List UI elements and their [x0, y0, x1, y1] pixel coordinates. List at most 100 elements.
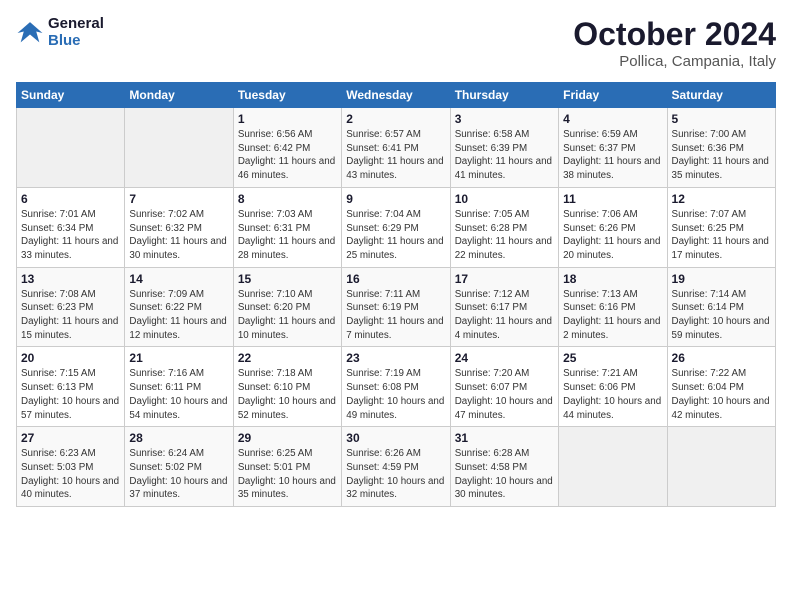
- day-details: Sunrise: 7:03 AM Sunset: 6:31 PM Dayligh…: [238, 208, 337, 263]
- day-cell: 1 Sunrise: 6:56 AM Sunset: 6:42 PM Daylig…: [233, 108, 341, 188]
- day-number: 8: [238, 192, 337, 206]
- day-number: 2: [346, 112, 445, 126]
- day-number: 30: [346, 431, 445, 445]
- day-details: Sunrise: 6:25 AM Sunset: 5:01 PM Dayligh…: [238, 447, 337, 502]
- day-number: 26: [672, 351, 771, 365]
- day-cell: 23 Sunrise: 7:19 AM Sunset: 6:08 PM Dayli…: [342, 347, 450, 427]
- day-details: Sunrise: 7:13 AM Sunset: 6:16 PM Dayligh…: [563, 288, 662, 343]
- day-details: Sunrise: 7:15 AM Sunset: 6:13 PM Dayligh…: [21, 367, 120, 422]
- day-number: 3: [455, 112, 554, 126]
- day-cell: 5Sunrise: 7:00 AM Sunset: 6:36 PM Daylig…: [667, 108, 775, 188]
- day-details: Sunrise: 7:02 AM Sunset: 6:32 PM Dayligh…: [129, 208, 228, 263]
- day-cell: 3 Sunrise: 6:58 AM Sunset: 6:39 PM Daylig…: [450, 108, 558, 188]
- day-details: Sunrise: 6:23 AM Sunset: 5:03 PM Dayligh…: [21, 447, 120, 502]
- day-cell: 9 Sunrise: 7:04 AM Sunset: 6:29 PM Daylig…: [342, 187, 450, 267]
- day-number: 1: [238, 112, 337, 126]
- week-row: 20 Sunrise: 7:15 AM Sunset: 6:13 PM Dayli…: [17, 347, 776, 427]
- day-details: Sunrise: 7:18 AM Sunset: 6:10 PM Dayligh…: [238, 367, 337, 422]
- day-number: 29: [238, 431, 337, 445]
- day-details: Sunrise: 7:01 AM Sunset: 6:34 PM Dayligh…: [21, 208, 120, 263]
- day-details: Sunrise: 7:07 AM Sunset: 6:25 PM Dayligh…: [672, 208, 771, 263]
- day-number: 20: [21, 351, 120, 365]
- day-cell: 26 Sunrise: 7:22 AM Sunset: 6:04 PM Dayli…: [667, 347, 775, 427]
- day-details: Sunrise: 7:04 AM Sunset: 6:29 PM Dayligh…: [346, 208, 445, 263]
- logo: General Blue: [16, 16, 104, 49]
- day-cell: 2 Sunrise: 6:57 AM Sunset: 6:41 PM Daylig…: [342, 108, 450, 188]
- day-number: 16: [346, 272, 445, 286]
- day-number: 12: [672, 192, 771, 206]
- day-number: 27: [21, 431, 120, 445]
- day-cell: 27 Sunrise: 6:23 AM Sunset: 5:03 PM Dayli…: [17, 427, 125, 507]
- day-cell: 22 Sunrise: 7:18 AM Sunset: 6:10 PM Dayli…: [233, 347, 341, 427]
- day-details: Sunrise: 7:10 AM Sunset: 6:20 PM Dayligh…: [238, 288, 337, 343]
- day-number: 9: [346, 192, 445, 206]
- header-cell-friday: Friday: [559, 83, 667, 108]
- day-details: Sunrise: 6:24 AM Sunset: 5:02 PM Dayligh…: [129, 447, 228, 502]
- day-number: 13: [21, 272, 120, 286]
- day-number: 4: [563, 112, 662, 126]
- day-cell: 18 Sunrise: 7:13 AM Sunset: 6:16 PM Dayli…: [559, 267, 667, 347]
- day-number: 18: [563, 272, 662, 286]
- day-number: 25: [563, 351, 662, 365]
- day-cell: 31 Sunrise: 6:28 AM Sunset: 4:58 PM Dayli…: [450, 427, 558, 507]
- day-details: Sunrise: 7:16 AM Sunset: 6:11 PM Dayligh…: [129, 367, 228, 422]
- day-number: 6: [21, 192, 120, 206]
- header-cell-monday: Monday: [125, 83, 233, 108]
- day-details: Sunrise: 7:20 AM Sunset: 6:07 PM Dayligh…: [455, 367, 554, 422]
- day-number: 5: [672, 112, 771, 126]
- day-cell: 8 Sunrise: 7:03 AM Sunset: 6:31 PM Daylig…: [233, 187, 341, 267]
- page-subtitle: Pollica, Campania, Italy: [573, 53, 776, 70]
- week-row: 27 Sunrise: 6:23 AM Sunset: 5:03 PM Dayli…: [17, 427, 776, 507]
- day-details: Sunrise: 7:22 AM Sunset: 6:04 PM Dayligh…: [672, 367, 771, 422]
- day-number: 31: [455, 431, 554, 445]
- header-cell-thursday: Thursday: [450, 83, 558, 108]
- day-cell: 7 Sunrise: 7:02 AM Sunset: 6:32 PM Daylig…: [125, 187, 233, 267]
- day-number: 23: [346, 351, 445, 365]
- day-details: Sunrise: 6:57 AM Sunset: 6:41 PM Dayligh…: [346, 128, 445, 183]
- day-number: 11: [563, 192, 662, 206]
- title-block: October 2024 Pollica, Campania, Italy: [573, 16, 776, 70]
- day-cell: 20 Sunrise: 7:15 AM Sunset: 6:13 PM Dayli…: [17, 347, 125, 427]
- day-number: 7: [129, 192, 228, 206]
- day-cell: 16 Sunrise: 7:11 AM Sunset: 6:19 PM Dayli…: [342, 267, 450, 347]
- day-details: Sunrise: 7:08 AM Sunset: 6:23 PM Dayligh…: [21, 288, 120, 343]
- header-cell-wednesday: Wednesday: [342, 83, 450, 108]
- day-cell: 29 Sunrise: 6:25 AM Sunset: 5:01 PM Dayli…: [233, 427, 341, 507]
- day-cell: 30Sunrise: 6:26 AM Sunset: 4:59 PM Dayli…: [342, 427, 450, 507]
- day-number: 28: [129, 431, 228, 445]
- day-number: 17: [455, 272, 554, 286]
- day-details: Sunrise: 7:21 AM Sunset: 6:06 PM Dayligh…: [563, 367, 662, 422]
- logo-text: General Blue: [48, 16, 104, 49]
- day-details: Sunrise: 7:19 AM Sunset: 6:08 PM Dayligh…: [346, 367, 445, 422]
- day-cell: 11 Sunrise: 7:06 AM Sunset: 6:26 PM Dayli…: [559, 187, 667, 267]
- day-number: 14: [129, 272, 228, 286]
- header-cell-sunday: Sunday: [17, 83, 125, 108]
- day-cell: 4Sunrise: 6:59 AM Sunset: 6:37 PM Daylig…: [559, 108, 667, 188]
- day-details: Sunrise: 7:14 AM Sunset: 6:14 PM Dayligh…: [672, 288, 771, 343]
- day-details: Sunrise: 6:28 AM Sunset: 4:58 PM Dayligh…: [455, 447, 554, 502]
- day-cell: 12 Sunrise: 7:07 AM Sunset: 6:25 PM Dayli…: [667, 187, 775, 267]
- day-details: Sunrise: 7:09 AM Sunset: 6:22 PM Dayligh…: [129, 288, 228, 343]
- header-cell-saturday: Saturday: [667, 83, 775, 108]
- day-cell: 24Sunrise: 7:20 AM Sunset: 6:07 PM Dayli…: [450, 347, 558, 427]
- logo-icon: [16, 19, 44, 47]
- day-number: 15: [238, 272, 337, 286]
- day-cell: 17Sunrise: 7:12 AM Sunset: 6:17 PM Dayli…: [450, 267, 558, 347]
- day-details: Sunrise: 7:05 AM Sunset: 6:28 PM Dayligh…: [455, 208, 554, 263]
- day-cell: 14 Sunrise: 7:09 AM Sunset: 6:22 PM Dayli…: [125, 267, 233, 347]
- day-details: Sunrise: 6:58 AM Sunset: 6:39 PM Dayligh…: [455, 128, 554, 183]
- day-cell: 25 Sunrise: 7:21 AM Sunset: 6:06 PM Dayli…: [559, 347, 667, 427]
- day-cell: 13 Sunrise: 7:08 AM Sunset: 6:23 PM Dayli…: [17, 267, 125, 347]
- day-cell: [125, 108, 233, 188]
- day-number: 22: [238, 351, 337, 365]
- day-cell: 15 Sunrise: 7:10 AM Sunset: 6:20 PM Dayli…: [233, 267, 341, 347]
- day-cell: [17, 108, 125, 188]
- day-cell: 21Sunrise: 7:16 AM Sunset: 6:11 PM Dayli…: [125, 347, 233, 427]
- day-details: Sunrise: 7:11 AM Sunset: 6:19 PM Dayligh…: [346, 288, 445, 343]
- day-details: Sunrise: 6:56 AM Sunset: 6:42 PM Dayligh…: [238, 128, 337, 183]
- week-row: 13 Sunrise: 7:08 AM Sunset: 6:23 PM Dayli…: [17, 267, 776, 347]
- day-details: Sunrise: 7:06 AM Sunset: 6:26 PM Dayligh…: [563, 208, 662, 263]
- day-cell: [667, 427, 775, 507]
- day-cell: 19Sunrise: 7:14 AM Sunset: 6:14 PM Dayli…: [667, 267, 775, 347]
- day-cell: [559, 427, 667, 507]
